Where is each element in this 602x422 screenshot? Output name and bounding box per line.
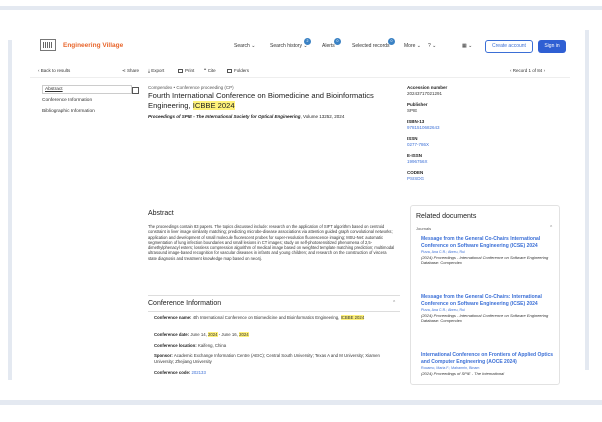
folders-button[interactable]: Folders (227, 68, 249, 73)
quote-icon: ❞ (204, 68, 207, 73)
related-journals-tab[interactable]: Journals (416, 226, 431, 231)
record-pagination: ‹ Record 1 of 84 › (510, 68, 546, 73)
conference-code-row: Conference code: 202133 (154, 370, 206, 375)
nav-search[interactable]: Search ⌄ (234, 43, 255, 49)
site-logo-text[interactable]: Engineering Village (63, 42, 123, 49)
chevron-down-icon: ⌄ (251, 43, 256, 49)
cite-button[interactable]: ❞ Cite (204, 68, 216, 74)
nav-selected-records[interactable]: Selected records (352, 43, 390, 49)
nav-more[interactable]: More ⌄ (404, 43, 421, 49)
record-title: Fourth International Conference on Biome… (148, 91, 374, 110)
record-doc-type: Compendex • Conference proceeding (CP) (148, 85, 234, 90)
coden-link[interactable]: PSISDG (407, 176, 424, 181)
related-documents-heading: Related documents (416, 213, 477, 220)
ei-logo-icon[interactable] (40, 39, 56, 51)
top-header: Engineering Village Search ⌄ Search hist… (30, 30, 570, 60)
nav-alerts[interactable]: Alerts (322, 43, 335, 49)
export-button[interactable]: ⤓ Export (148, 68, 164, 73)
section-divider (148, 295, 400, 296)
share-button[interactable]: ⋖ Share (122, 68, 139, 74)
abstract-text: The proceedings contain 83 papers. The t… (148, 224, 395, 261)
share-icon: ⋖ (122, 68, 126, 73)
sign-in-button[interactable]: Sign in (538, 40, 566, 53)
related-item[interactable]: Message from the General Co-Chairs: Inte… (421, 294, 556, 323)
section-divider (148, 311, 400, 312)
record-source: Proceedings of SPIE - The International … (148, 114, 345, 119)
select-record-checkbox[interactable] (132, 87, 139, 94)
conference-info-heading: Conference Information (148, 300, 222, 307)
abstract-heading: Abstract (148, 210, 174, 217)
publisher-label: Publisher (407, 102, 428, 107)
coden-label: CODEN (407, 170, 424, 175)
search-term-highlight: ICBBE 2024 (192, 101, 235, 110)
eissn-label: E-ISSN (407, 153, 423, 158)
isbn-link[interactable]: 9781510682643 (407, 125, 440, 130)
collapse-chevron-icon[interactable]: ⌃ (392, 300, 396, 306)
isbn-label: ISBN-13 (407, 119, 425, 124)
folder-icon (227, 68, 232, 73)
conference-code-link[interactable]: 202133 (192, 370, 206, 375)
related-item[interactable]: International Conference on Frontiers of… (421, 352, 556, 376)
conference-date-row: Conference date: June 14, 2024 - June 16… (154, 332, 249, 337)
record-toolbar: ‹ Back to results ⋖ Share ⤓ Export Print… (30, 66, 570, 78)
chevron-right-icon[interactable]: › (544, 68, 546, 73)
sidebar-item-bibliographic-information[interactable]: Bibliographic Information (42, 109, 95, 114)
background-band (585, 30, 589, 370)
download-icon: ⤓ (148, 68, 150, 73)
printer-icon (178, 68, 183, 73)
related-documents-panel: Related documents Journals ⌃ Message fro… (410, 205, 560, 385)
search-history-badge: 2 (304, 38, 311, 45)
chevron-left-icon[interactable]: ‹ (510, 68, 512, 73)
issn-link[interactable]: 0277-786X (407, 142, 429, 147)
publisher-value: SPIE (407, 108, 418, 113)
selected-records-badge: 0 (388, 38, 395, 45)
background-band (0, 6, 602, 10)
conference-location-row: Conference location: Kaifeng, China (154, 343, 227, 348)
issn-label: ISSN (407, 136, 418, 141)
record-page: Engineering Village Search ⌄ Search hist… (30, 30, 570, 385)
chevron-up-icon[interactable]: ⌃ (549, 225, 553, 231)
sidebar-item-conference-information[interactable]: Conference Information (42, 98, 92, 103)
create-account-button[interactable]: Create account (485, 40, 533, 53)
print-button[interactable]: Print (178, 68, 194, 73)
nav-search-history[interactable]: Search history ⌄ (270, 43, 308, 49)
back-to-results-link[interactable]: ‹ Back to results (38, 68, 70, 73)
conference-name-row: Conference name: 4th International Confe… (154, 315, 365, 320)
background-band (8, 40, 12, 380)
search-term-highlight: ICBBE 2024 (340, 315, 365, 320)
sidebar-item-abstract[interactable]: Abstract (42, 85, 132, 94)
help-icon[interactable]: ? ⌄ (428, 43, 436, 49)
related-item[interactable]: Message from the General Co-Chairs Inter… (421, 236, 556, 265)
chevron-left-icon: ‹ (38, 68, 40, 73)
institution-icon[interactable]: ▦ ⌄ (462, 43, 472, 49)
background-band (0, 400, 602, 405)
accession-value: 20243717021291 (407, 91, 443, 96)
accession-label: Accession number (407, 85, 448, 90)
eissn-link[interactable]: 1996756X (407, 159, 428, 164)
alerts-badge: 0 (334, 38, 341, 45)
chevron-down-icon: ⌄ (416, 43, 421, 49)
conference-sponsor-row: Sponsor: Academic Exchange Information C… (154, 353, 380, 364)
